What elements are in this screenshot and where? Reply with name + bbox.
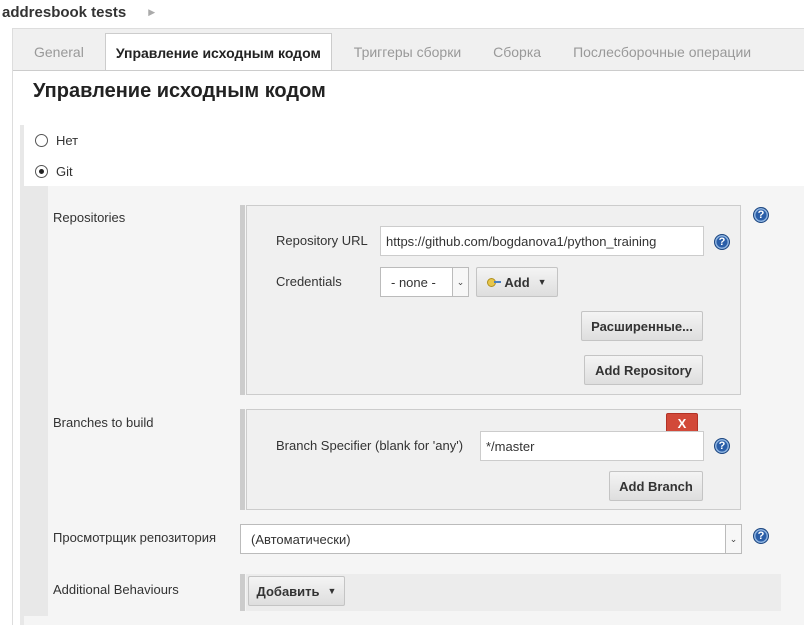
- repository-browser-select[interactable]: (Автоматически) ⌄: [240, 524, 742, 554]
- help-icon[interactable]: ?: [714, 438, 730, 454]
- job-name-link[interactable]: addresbook tests: [0, 4, 126, 21]
- help-icon[interactable]: ?: [753, 528, 769, 544]
- repository-url-field[interactable]: https://github.com/bogdanova1/python_tra…: [380, 226, 704, 256]
- help-icon[interactable]: ?: [753, 207, 769, 223]
- caret-down-icon: ▼: [537, 277, 547, 287]
- repository-url-label: Repository URL: [276, 233, 368, 248]
- branches-box-bar: [240, 409, 245, 510]
- scm-git-option[interactable]: Git: [35, 164, 73, 179]
- add-behaviour-label: Добавить: [256, 583, 320, 599]
- tab-build-triggers[interactable]: Триггеры сборки: [332, 33, 482, 71]
- add-branch-button[interactable]: Add Branch: [609, 471, 703, 501]
- tab-general[interactable]: General: [13, 33, 105, 71]
- help-icon[interactable]: ?: [714, 234, 730, 250]
- repository-browser-label: Просмотрщик репозитория: [53, 530, 217, 545]
- scm-none-label: Нет: [56, 133, 79, 148]
- scm-git-radio[interactable]: [35, 165, 48, 178]
- chevron-down-icon: ⌄: [725, 525, 741, 553]
- key-icon: [487, 277, 502, 287]
- add-behaviour-button[interactable]: Добавить ▼: [248, 576, 345, 606]
- credentials-label: Credentials: [276, 274, 342, 289]
- breadcrumb: addresbook tests ▶: [0, 0, 804, 24]
- add-credentials-button[interactable]: Add ▼: [476, 267, 558, 297]
- git-left-bar: [24, 186, 48, 616]
- caret-down-icon: ▼: [327, 586, 337, 596]
- chevron-down-icon: ⌄: [452, 268, 468, 296]
- tab-bar: General Управление исходным кодом Тригге…: [13, 33, 761, 71]
- repositories-box-bar: [240, 205, 245, 395]
- tab-build[interactable]: Сборка: [482, 33, 557, 71]
- delete-branch-button[interactable]: X: [666, 413, 698, 433]
- branch-specifier-label: Branch Specifier (blank for 'any'): [276, 438, 464, 453]
- credentials-select[interactable]: - none - ⌄: [380, 267, 469, 297]
- additional-behaviours-label: Additional Behaviours: [53, 582, 179, 597]
- branch-specifier-field[interactable]: */master: [480, 431, 704, 461]
- credentials-value: - none -: [391, 274, 436, 290]
- repository-browser-value: (Автоматически): [251, 531, 351, 547]
- branches-label: Branches to build: [53, 415, 154, 430]
- advanced-button[interactable]: Расширенные...: [581, 311, 703, 341]
- add-repository-button[interactable]: Add Repository: [584, 355, 703, 385]
- tab-post-build[interactable]: Послесборочные операции: [557, 33, 761, 71]
- page-title: Управление исходным кодом: [33, 80, 326, 102]
- chevron-right-icon[interactable]: ▶: [148, 7, 155, 18]
- add-credentials-label: Add: [504, 274, 530, 290]
- behaviours-box-bar: [240, 574, 245, 611]
- scm-none-radio[interactable]: [35, 134, 48, 147]
- tab-scm[interactable]: Управление исходным кодом: [104, 33, 332, 71]
- repositories-label: Repositories: [53, 210, 126, 225]
- scm-git-label: Git: [56, 164, 73, 179]
- scm-none-option[interactable]: Нет: [35, 133, 78, 148]
